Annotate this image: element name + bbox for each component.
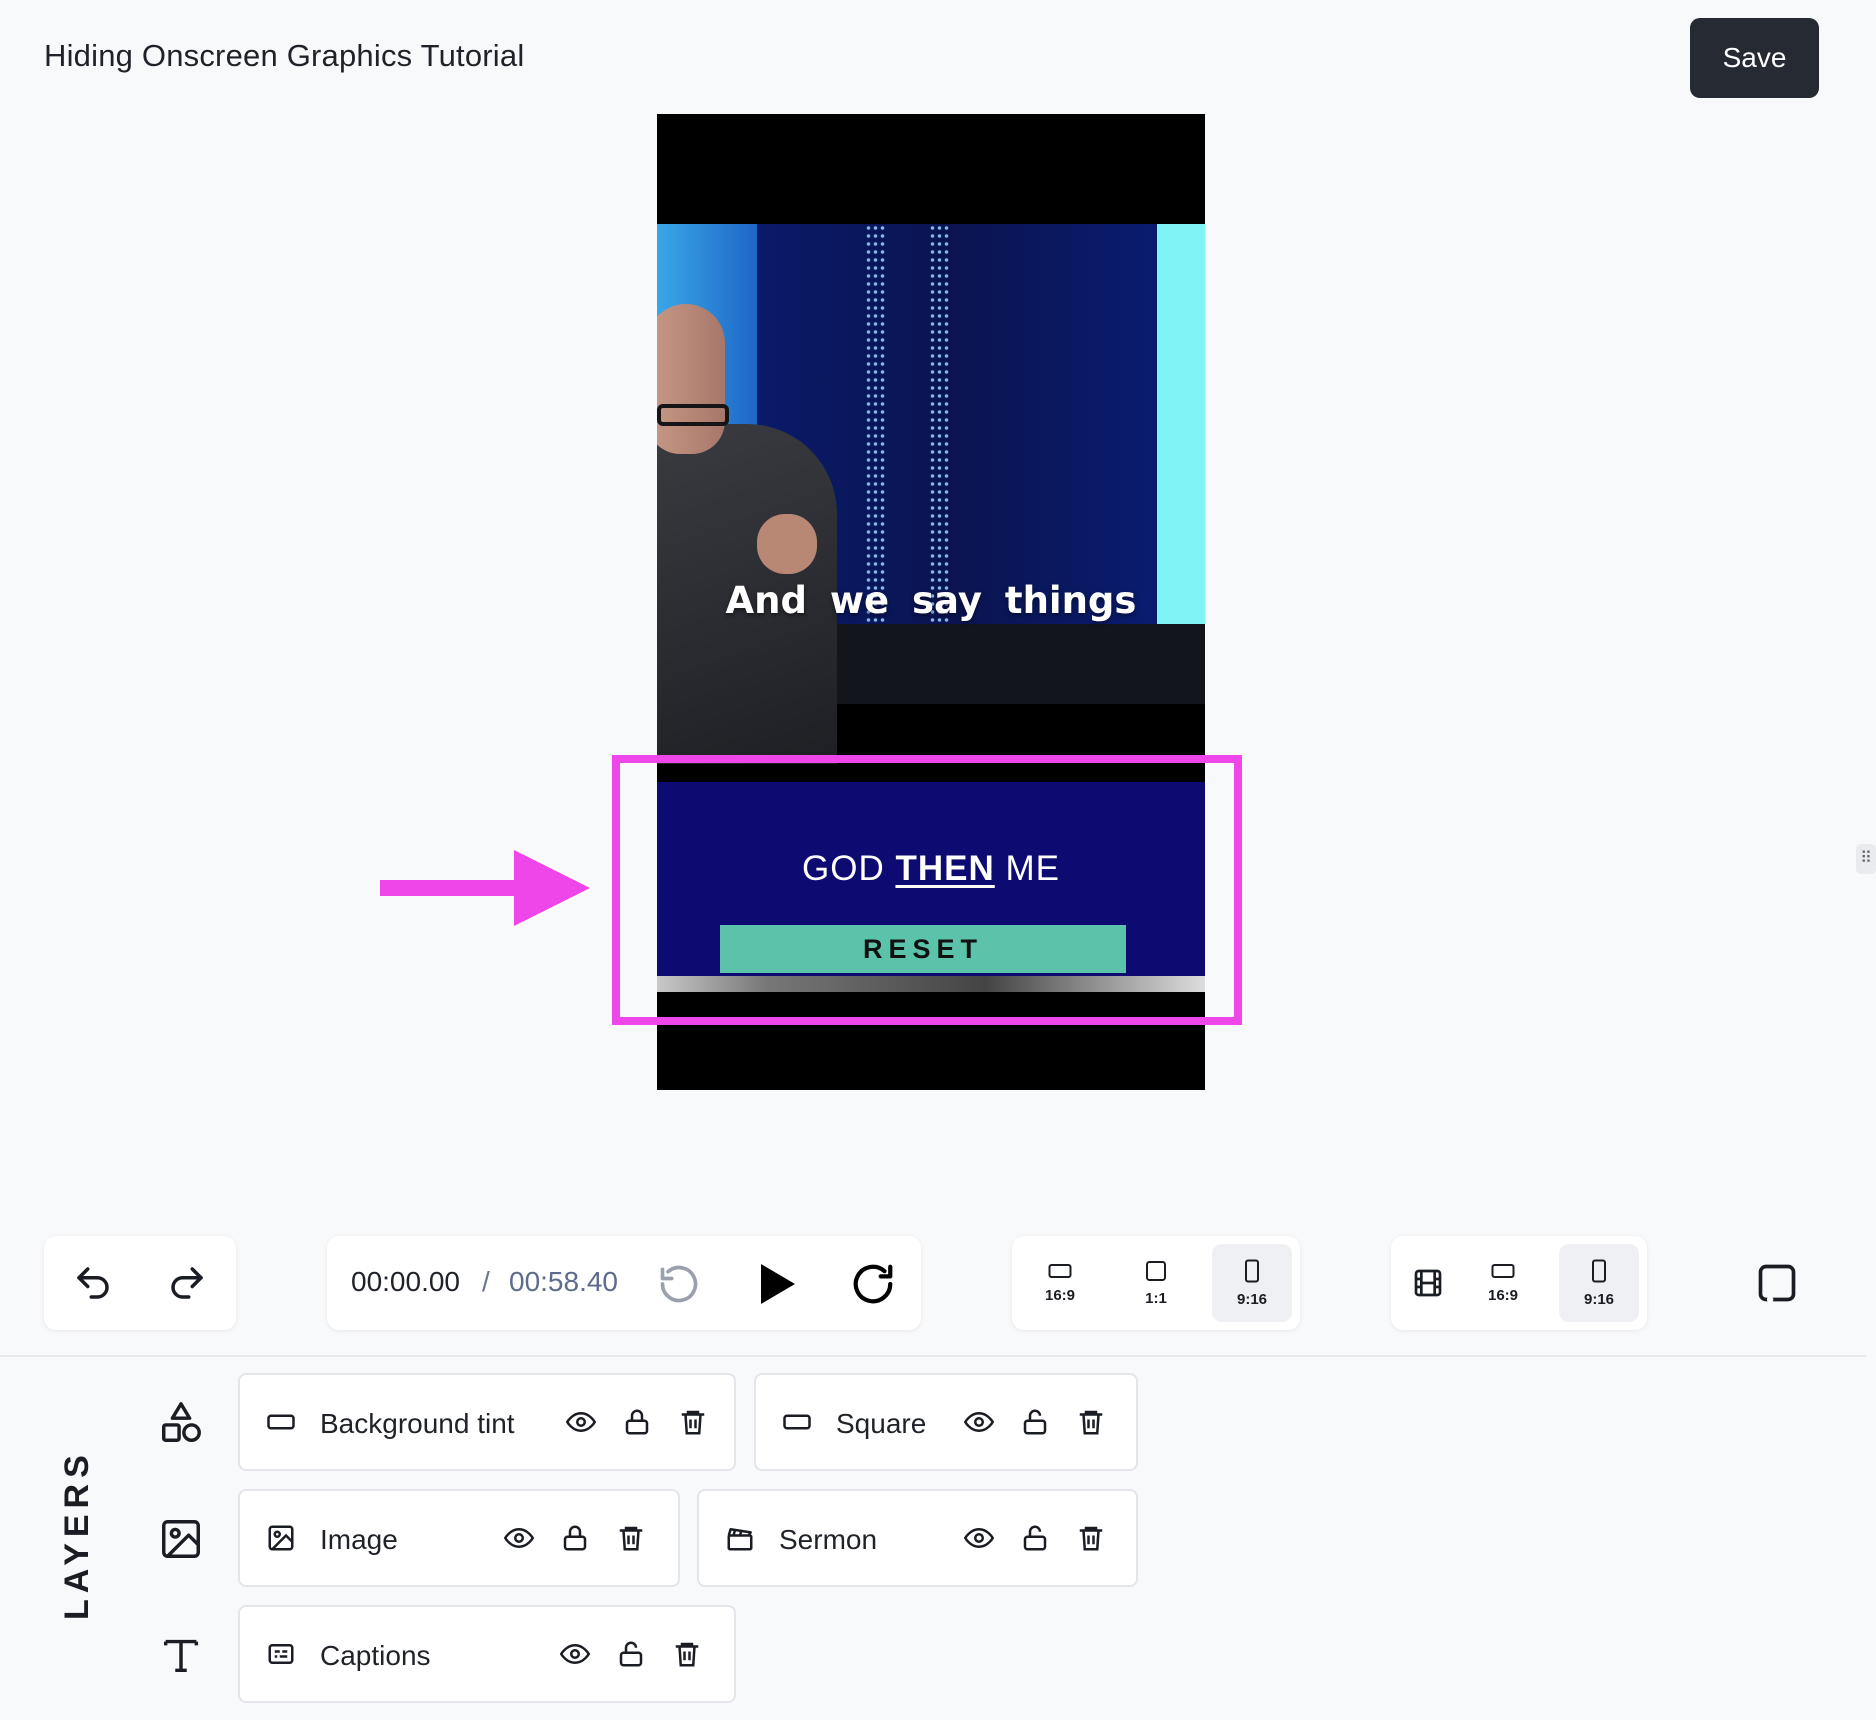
stage-stand	[827, 624, 1205, 704]
delete-layer-button[interactable]	[670, 1637, 704, 1671]
eye-icon	[560, 1643, 590, 1665]
frame-icon	[1758, 1264, 1796, 1303]
portrait-icon	[1245, 1259, 1259, 1282]
layer-name: Sermon	[779, 1524, 878, 1555]
rectangle-icon	[267, 1414, 295, 1430]
delete-layer-button[interactable]	[1074, 1405, 1108, 1439]
lock-icon	[625, 1409, 649, 1435]
eye-icon	[964, 1411, 994, 1433]
lock-toggle[interactable]	[620, 1405, 654, 1439]
visibility-toggle[interactable]	[962, 1405, 996, 1439]
play-icon	[761, 1264, 795, 1304]
page-title: Hiding Onscreen Graphics Tutorial	[44, 38, 525, 73]
visibility-toggle[interactable]	[558, 1637, 592, 1671]
unlock-icon	[1023, 1525, 1047, 1551]
canvas-9-16-label: 9:16	[1583, 1290, 1615, 1308]
layer-name: Background tint	[320, 1408, 515, 1439]
layers-heading: LAYERS	[58, 1449, 96, 1620]
undo-button[interactable]	[68, 1258, 118, 1308]
shapes-icon[interactable]	[158, 1400, 204, 1446]
undo-icon	[77, 1267, 109, 1299]
canvas-16-9-label: 16:9	[1487, 1286, 1519, 1304]
captions-icon	[268, 1644, 294, 1664]
frame-toggle-button[interactable]	[1752, 1258, 1802, 1308]
trash-icon	[675, 1642, 699, 1667]
redo-button[interactable]	[162, 1258, 212, 1308]
visibility-toggle[interactable]	[564, 1405, 598, 1439]
transport-controls: 00:00.00 / 00:58.40	[327, 1236, 921, 1330]
canvas-16-9-button[interactable]: 16:9	[1463, 1244, 1543, 1322]
time-separator: /	[482, 1266, 490, 1297]
landscape-icon	[1048, 1263, 1072, 1278]
refresh-icon	[853, 1264, 893, 1304]
save-button[interactable]: Save	[1690, 18, 1819, 98]
highlight-box	[612, 755, 1242, 1025]
portrait-icon	[1592, 1259, 1606, 1282]
speaker-head	[657, 304, 725, 454]
history-controls	[44, 1236, 236, 1330]
text-category-icon[interactable]	[158, 1632, 204, 1678]
trash-icon	[619, 1526, 643, 1551]
lock-icon	[563, 1525, 587, 1551]
lock-toggle[interactable]	[558, 1521, 592, 1555]
total-time: 00:58.40	[509, 1266, 618, 1297]
layer-sermon[interactable]: Sermon	[697, 1489, 1138, 1587]
rewind-button[interactable]	[655, 1260, 703, 1308]
image-category-icon[interactable]	[158, 1516, 204, 1562]
eye-icon	[964, 1527, 994, 1549]
aspect-1-1-label: 1:1	[1145, 1289, 1167, 1307]
eye-icon	[504, 1527, 534, 1549]
rectangle-icon	[783, 1414, 811, 1430]
speaker-glasses	[657, 404, 729, 426]
lock-toggle[interactable]	[1018, 1521, 1052, 1555]
clapperboard-icon	[727, 1528, 753, 1551]
delete-layer-button[interactable]	[676, 1405, 710, 1439]
eye-icon	[566, 1411, 596, 1433]
film-icon	[1414, 1269, 1442, 1297]
film-button[interactable]	[1403, 1258, 1453, 1308]
lock-toggle[interactable]	[1018, 1405, 1052, 1439]
layer-name: Image	[320, 1524, 398, 1555]
unlock-icon	[1023, 1409, 1047, 1435]
rewind-icon	[660, 1265, 698, 1303]
layer-background-tint[interactable]: Background tint	[238, 1373, 736, 1471]
aspect-16-9-label: 16:9	[1044, 1286, 1076, 1304]
image-icon	[268, 1525, 294, 1551]
aspect-9-16-label: 9:16	[1236, 1290, 1268, 1308]
arrow-right-icon	[380, 850, 590, 926]
canvas-9-16-button[interactable]: 9:16	[1559, 1244, 1639, 1322]
layer-name: Square	[836, 1408, 927, 1439]
aspect-ratio-selector: 16:9 1:1 9:16	[1012, 1236, 1300, 1330]
layer-image[interactable]: Image	[238, 1489, 680, 1587]
play-button[interactable]	[751, 1258, 803, 1310]
redo-icon	[171, 1267, 203, 1299]
visibility-toggle[interactable]	[502, 1521, 536, 1555]
drag-handle-icon[interactable]: ⠿	[1856, 844, 1876, 874]
delete-layer-button[interactable]	[1074, 1521, 1108, 1555]
trash-icon	[1079, 1526, 1103, 1551]
restart-button[interactable]	[847, 1258, 899, 1310]
aspect-9-16-button[interactable]: 9:16	[1212, 1244, 1292, 1322]
current-time: 00:00.00	[351, 1266, 460, 1297]
layer-square[interactable]: Square	[754, 1373, 1138, 1471]
visibility-toggle[interactable]	[962, 1521, 996, 1555]
panel-divider	[0, 1355, 1866, 1357]
landscape-icon	[1491, 1263, 1515, 1278]
layer-captions[interactable]: Captions	[238, 1605, 736, 1703]
lock-toggle[interactable]	[614, 1637, 648, 1671]
trash-icon	[1079, 1410, 1103, 1435]
trash-icon	[681, 1410, 705, 1435]
unlock-icon	[619, 1641, 643, 1667]
layer-name: Captions	[320, 1640, 431, 1671]
speaker-hand	[757, 514, 817, 574]
canvas-ratio-selector: 16:9 9:16	[1391, 1236, 1647, 1330]
aspect-16-9-button[interactable]: 16:9	[1020, 1244, 1100, 1322]
square-icon	[1146, 1260, 1166, 1281]
delete-layer-button[interactable]	[614, 1521, 648, 1555]
caption-overlay: And we say things	[725, 579, 1137, 622]
layers-heading-wrap: LAYERS	[58, 1449, 98, 1620]
aspect-1-1-button[interactable]: 1:1	[1116, 1244, 1196, 1322]
